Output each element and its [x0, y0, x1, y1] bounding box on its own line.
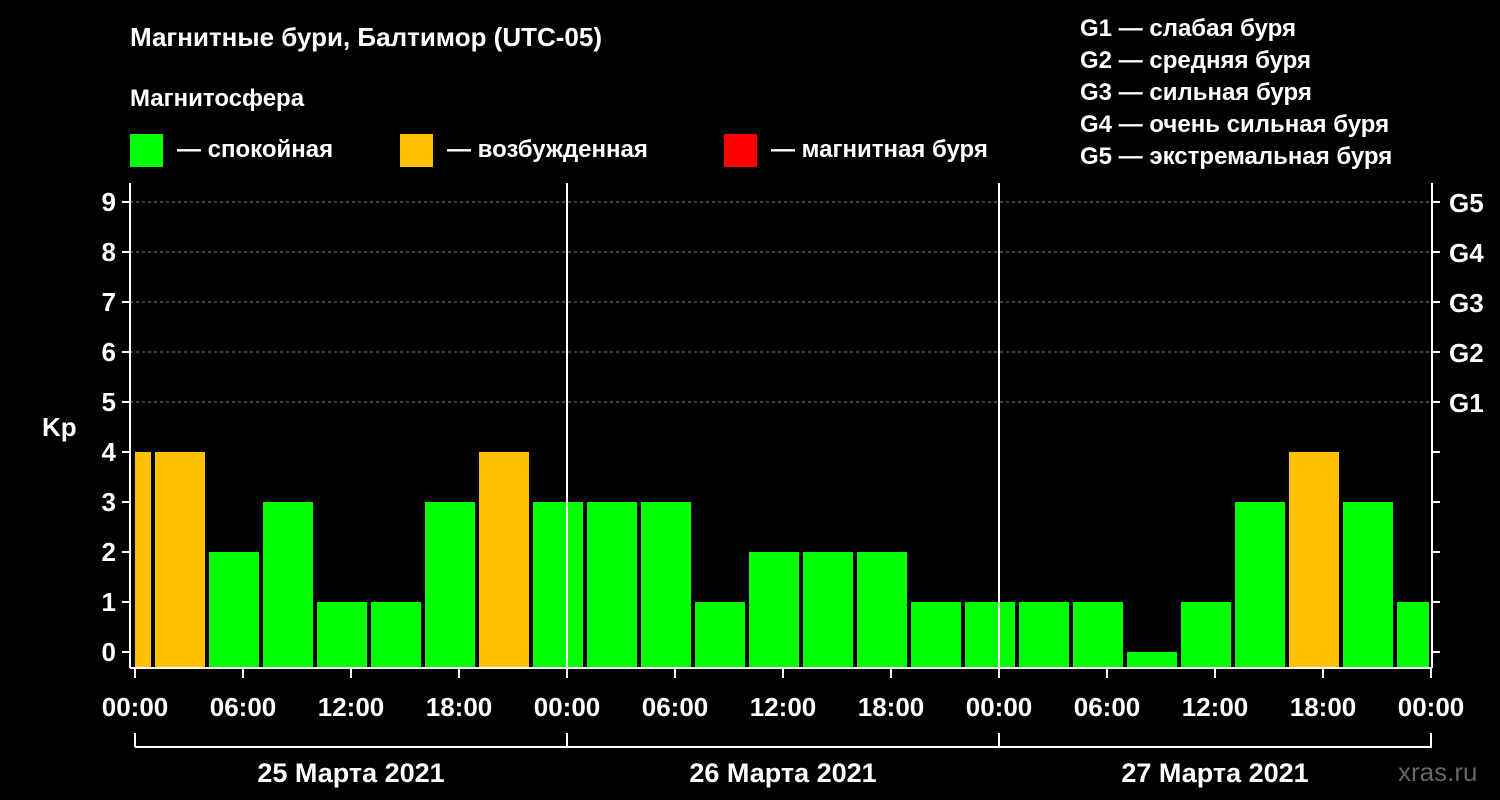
kp-bar	[155, 452, 205, 668]
y-tick-label: 0	[102, 637, 116, 667]
y-tick-label: 7	[102, 287, 116, 317]
x-tick-label: 18:00	[858, 692, 925, 722]
kp-bar	[749, 552, 799, 668]
kp-bar	[371, 602, 421, 668]
x-tick-label: 06:00	[642, 692, 709, 722]
day-label: 26 Марта 2021	[689, 758, 876, 788]
kp-bar	[317, 602, 367, 668]
kp-bar	[911, 602, 961, 668]
kp-bar	[1181, 602, 1231, 668]
y-tick-label: 4	[102, 437, 117, 467]
kp-bar	[1343, 502, 1393, 668]
x-tick-label: 00:00	[102, 692, 169, 722]
kp-bar	[209, 552, 259, 668]
kp-bar	[425, 502, 475, 668]
y-tick-label: 6	[102, 337, 116, 367]
kp-bar	[695, 602, 745, 668]
kp-bar	[135, 452, 151, 668]
x-tick-label: 06:00	[1074, 692, 1141, 722]
kp-bar	[1019, 602, 1069, 668]
kp-bar	[587, 502, 637, 668]
x-tick-label: 18:00	[1290, 692, 1357, 722]
kp-bar	[1073, 602, 1123, 668]
x-tick-label: 12:00	[318, 692, 385, 722]
watermark: xras.ru	[1398, 757, 1478, 787]
kp-bar	[479, 452, 529, 668]
kp-bar	[965, 602, 1015, 668]
y-tick-label: 8	[102, 237, 116, 267]
kp-bar	[533, 502, 583, 668]
y-tick-label: 3	[102, 487, 116, 517]
kp-bar	[1397, 602, 1429, 668]
x-tick-label: 00:00	[966, 692, 1033, 722]
x-tick-label: 12:00	[750, 692, 817, 722]
kp-bar	[1289, 452, 1339, 668]
g-tick-label: G4	[1449, 238, 1484, 268]
g-tick-label: G2	[1449, 338, 1484, 368]
kp-bar	[803, 552, 853, 668]
y-tick-label: 1	[102, 587, 116, 617]
x-tick-label: 00:00	[534, 692, 601, 722]
x-tick-label: 06:00	[210, 692, 277, 722]
kp-bar	[263, 502, 313, 668]
kp-bar	[1127, 652, 1177, 668]
g-tick-label: G3	[1449, 288, 1484, 318]
kp-bar	[857, 552, 907, 668]
x-tick-label: 00:00	[1398, 692, 1465, 722]
kp-bar	[641, 502, 691, 668]
x-tick-label: 18:00	[426, 692, 493, 722]
x-tick-label: 12:00	[1182, 692, 1249, 722]
y-tick-label: 2	[102, 537, 116, 567]
day-label: 25 Марта 2021	[257, 758, 444, 788]
y-tick-label: 5	[102, 387, 116, 417]
y-tick-label: 9	[102, 187, 116, 217]
g-tick-label: G5	[1449, 188, 1484, 218]
kp-chart: 0 1 2 3 4 5 6 7 8 9 G1 G2 G3 G4 G5 00:00 06:00 12:00 18:00…	[102, 183, 1484, 788]
kp-bar	[1235, 502, 1285, 668]
day-label: 27 Марта 2021	[1121, 758, 1308, 788]
g-tick-label: G1	[1449, 388, 1484, 418]
